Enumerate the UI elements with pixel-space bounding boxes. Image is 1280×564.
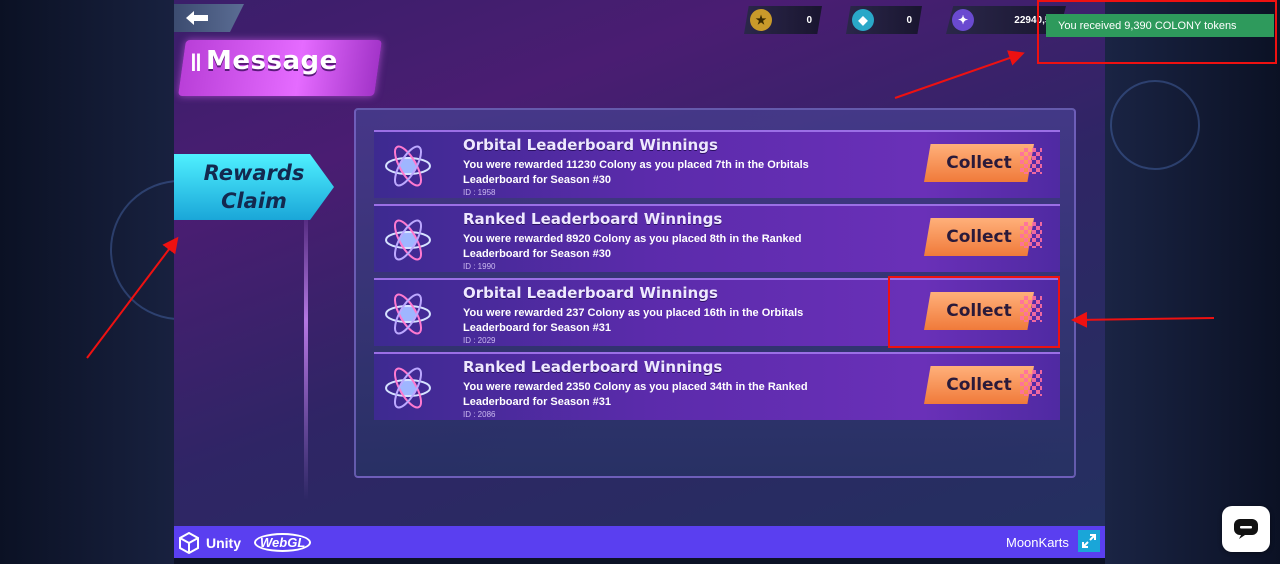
chat-button[interactable] bbox=[1222, 506, 1270, 552]
game-name: MoonKarts bbox=[1006, 535, 1069, 550]
unity-footer: Unity WebGL MoonKarts bbox=[174, 526, 1105, 558]
page: ǁ Message ★ 0 ◆ 0 ✦ 22940,57 Rewards Cla… bbox=[0, 0, 1280, 564]
annotation-arrow bbox=[894, 50, 1025, 99]
engine-label: Unity bbox=[206, 535, 241, 551]
annotation-arrow bbox=[86, 236, 179, 359]
annotation-arrows bbox=[86, 50, 1215, 359]
expand-icon bbox=[1082, 534, 1096, 548]
unity-logo: Unity bbox=[178, 532, 241, 554]
chat-icon bbox=[1234, 519, 1258, 539]
webgl-logo: WebGL bbox=[254, 533, 312, 552]
annotation-arrow bbox=[1071, 311, 1215, 328]
unity-cube-icon bbox=[179, 532, 199, 554]
fullscreen-button[interactable] bbox=[1078, 530, 1100, 552]
